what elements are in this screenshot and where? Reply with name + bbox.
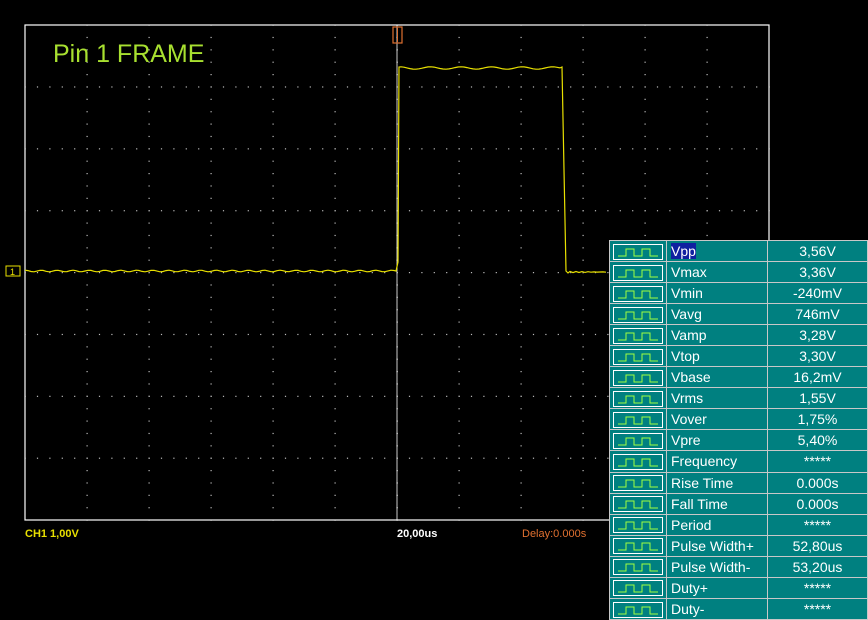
measurement-name: Vavg bbox=[671, 306, 702, 323]
measurement-row[interactable]: Pulse Width- 53,20us bbox=[609, 555, 868, 578]
svg-text:1: 1 bbox=[10, 267, 15, 277]
measurement-value: 3,28V bbox=[767, 324, 868, 347]
measurement-name: Fall Time bbox=[671, 495, 728, 512]
measurement-value: 746mV bbox=[767, 303, 868, 326]
measurement-name: Frequency bbox=[671, 453, 738, 470]
vmin-icon bbox=[613, 285, 663, 302]
measurement-value: ***** bbox=[767, 576, 868, 599]
measurement-value: 3,56V bbox=[767, 239, 868, 263]
vpp-icon bbox=[613, 243, 663, 260]
measurement-name: Vrms bbox=[671, 390, 704, 407]
period-icon bbox=[613, 517, 663, 534]
trigger-delay: Delay:0.000s bbox=[522, 528, 587, 540]
measurement-row[interactable]: Vpp 3,56V bbox=[609, 239, 868, 263]
measurement-name: Vmin bbox=[671, 285, 703, 302]
measurement-value: 1,75% bbox=[767, 408, 868, 431]
channel-scale: CH1 1,00V bbox=[25, 528, 79, 540]
measurement-value: 53,20us bbox=[767, 555, 868, 578]
measurement-value: 3,36V bbox=[767, 261, 868, 284]
measurement-value: 1,55V bbox=[767, 387, 868, 410]
measurement-value: -240mV bbox=[767, 282, 868, 305]
vover-icon bbox=[613, 412, 663, 429]
measurement-name: Vmax bbox=[671, 264, 707, 281]
measurement-row[interactable]: Vpre 5,40% bbox=[609, 429, 868, 452]
measurement-name: Vamp bbox=[671, 327, 707, 344]
vmax-icon bbox=[613, 264, 663, 281]
measurement-value: 0.000s bbox=[767, 492, 868, 515]
ch1-trace bbox=[24, 66, 607, 274]
measurement-row[interactable]: Rise Time 0.000s bbox=[609, 471, 868, 494]
measurement-name: Vpp bbox=[671, 243, 696, 260]
measurement-row[interactable]: Pulse Width+ 52,80us bbox=[609, 534, 868, 557]
measurement-row[interactable]: Duty- ***** bbox=[609, 597, 868, 620]
measurement-row[interactable]: Fall Time 0.000s bbox=[609, 492, 868, 515]
duty-pos-icon bbox=[613, 580, 663, 597]
measurement-row[interactable]: Vmin -240mV bbox=[609, 282, 868, 305]
measurement-value: 0.000s bbox=[767, 471, 868, 494]
measurement-value: ***** bbox=[767, 450, 868, 473]
vpre-icon bbox=[613, 433, 663, 450]
measurement-row[interactable]: Vmax 3,36V bbox=[609, 261, 868, 284]
measurement-row[interactable]: Vrms 1,55V bbox=[609, 387, 868, 410]
frequency-icon bbox=[613, 454, 663, 471]
measurement-row[interactable]: Vover 1,75% bbox=[609, 408, 868, 431]
measurement-row[interactable]: Period ***** bbox=[609, 513, 868, 536]
measurement-value: 3,30V bbox=[767, 345, 868, 368]
measurement-value: ***** bbox=[767, 597, 868, 620]
measurement-name: Period bbox=[671, 516, 712, 533]
measurement-name: Vtop bbox=[671, 348, 700, 365]
measurement-value: ***** bbox=[767, 513, 868, 536]
waveform-title: Pin 1 FRAME bbox=[53, 40, 205, 68]
pulse-width-pos-icon bbox=[613, 538, 663, 555]
measurement-name: Rise Time bbox=[671, 474, 734, 491]
measurement-value: 52,80us bbox=[767, 534, 868, 557]
measurement-name: Duty+ bbox=[671, 579, 708, 596]
vavg-icon bbox=[613, 306, 663, 323]
pulse-width-neg-icon bbox=[613, 559, 663, 576]
measurement-row[interactable]: Vbase 16,2mV bbox=[609, 366, 868, 389]
fall-time-icon bbox=[613, 496, 663, 513]
ch1-ground-marker[interactable]: 1 bbox=[5, 265, 21, 277]
measurement-name: Vbase bbox=[671, 369, 711, 386]
measurement-row[interactable]: Vtop 3,30V bbox=[609, 345, 868, 368]
vamp-icon bbox=[613, 327, 663, 344]
measurements-panel: Vpp 3,56V Vmax 3,36V Vmin -240mV Vavg 746mV Vamp… bbox=[609, 239, 868, 620]
measurement-name: Vover bbox=[671, 411, 707, 428]
measurement-name: Vpre bbox=[671, 432, 701, 449]
measurement-row[interactable]: Duty+ ***** bbox=[609, 576, 868, 599]
measurement-name: Pulse Width- bbox=[671, 558, 751, 575]
duty-neg-icon bbox=[613, 601, 663, 618]
measurement-name: Pulse Width+ bbox=[671, 537, 754, 554]
measurement-row[interactable]: Vamp 3,28V bbox=[609, 324, 868, 347]
rise-time-icon bbox=[613, 475, 663, 492]
measurement-value: 5,40% bbox=[767, 429, 868, 452]
vrms-icon bbox=[613, 391, 663, 407]
vbase-icon bbox=[613, 369, 663, 386]
trigger-position-marker[interactable] bbox=[392, 26, 403, 44]
measurement-name: Duty- bbox=[671, 600, 705, 617]
measurement-row[interactable]: Frequency ***** bbox=[609, 450, 868, 473]
vtop-icon bbox=[613, 348, 663, 365]
measurement-value: 16,2mV bbox=[767, 366, 868, 389]
timebase: 20,00us bbox=[397, 528, 438, 540]
measurement-row[interactable]: Vavg 746mV bbox=[609, 303, 868, 326]
